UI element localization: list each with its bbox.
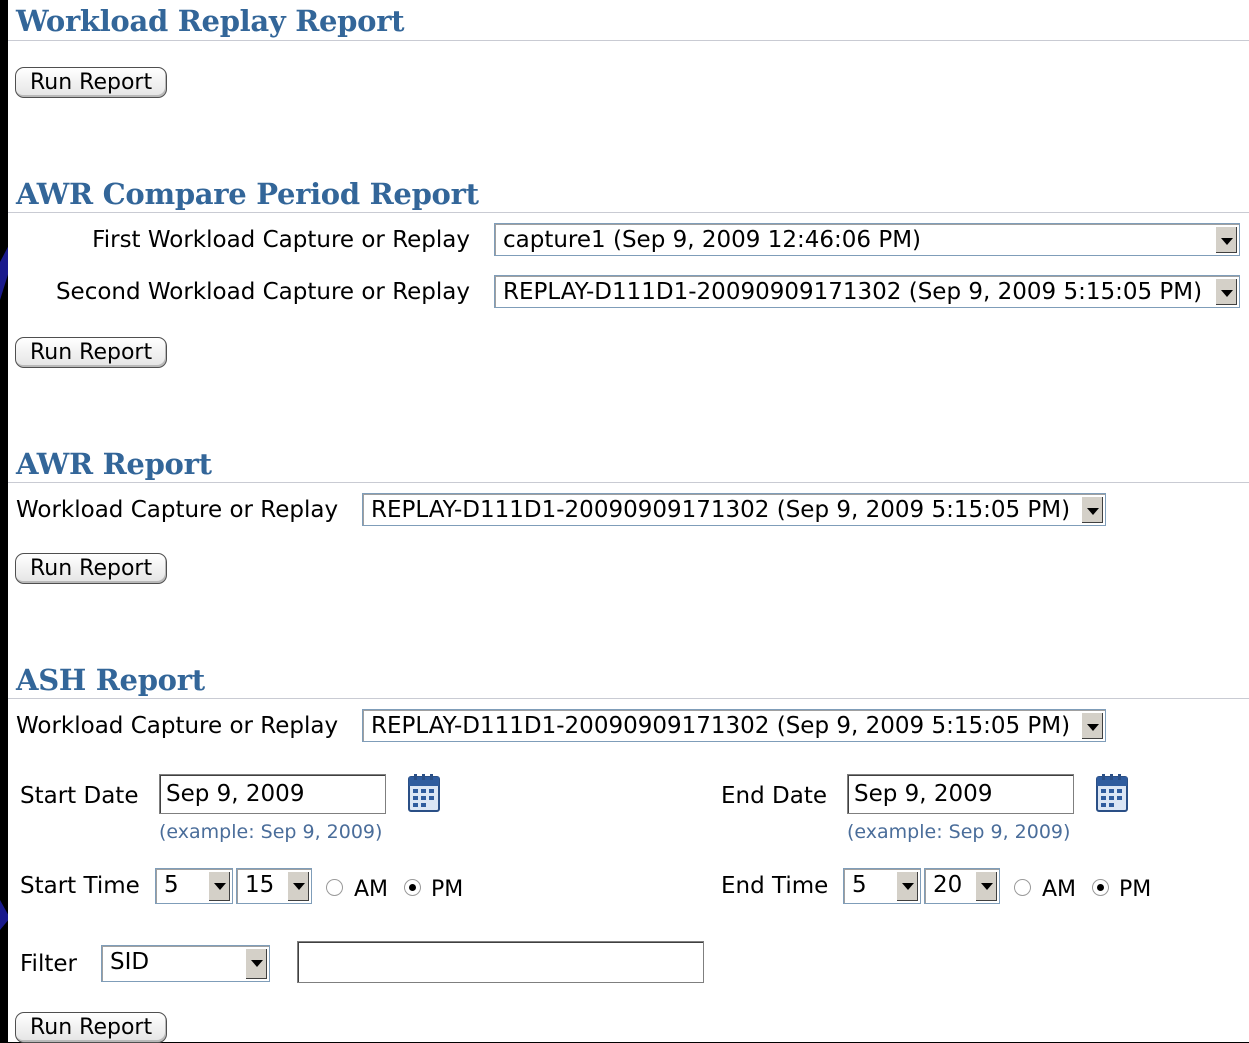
run-awr-report-button[interactable]: Run Report xyxy=(15,553,168,584)
filter-text-input[interactable] xyxy=(297,941,704,983)
second-capture-label: Second Workload Capture or Replay xyxy=(55,279,470,305)
chevron-down-icon[interactable] xyxy=(1081,712,1103,739)
chevron-down-icon[interactable] xyxy=(287,871,309,901)
run-ash-report-button[interactable]: Run Report xyxy=(15,1012,168,1043)
filter-value: SID xyxy=(110,949,150,975)
start-hour-value: 5 xyxy=(164,872,179,898)
calendar-icon[interactable] xyxy=(408,774,440,812)
awr-capture-label: Workload Capture or Replay xyxy=(16,497,339,523)
divider xyxy=(8,212,1249,213)
end-am-radio[interactable] xyxy=(1014,879,1031,896)
chevron-down-icon[interactable] xyxy=(1215,278,1237,305)
report-page: Workload Replay Report Run Report AWR Co… xyxy=(8,0,1249,1043)
awr-compare-heading: AWR Compare Period Report xyxy=(16,177,479,211)
end-date-input[interactable]: Sep 9, 2009 xyxy=(847,774,1074,814)
ash-capture-label: Workload Capture or Replay xyxy=(16,713,339,739)
divider xyxy=(8,698,1249,699)
start-pm-label: PM xyxy=(431,877,464,902)
end-date-value: Sep 9, 2009 xyxy=(854,781,993,807)
start-am-radio[interactable] xyxy=(326,879,343,896)
run-workload-replay-report-button[interactable]: Run Report xyxy=(15,67,168,98)
first-capture-select[interactable]: capture1 (Sep 9, 2009 12:46:06 PM) xyxy=(494,223,1240,256)
ash-capture-select[interactable]: REPLAY-D111D1-20090909171302 (Sep 9, 200… xyxy=(362,709,1106,742)
chevron-down-icon[interactable] xyxy=(975,871,997,901)
chevron-down-icon[interactable] xyxy=(245,948,267,979)
chevron-down-icon[interactable] xyxy=(1215,226,1237,253)
start-minute-select[interactable]: 15 xyxy=(236,868,312,904)
end-am-label: AM xyxy=(1042,877,1077,902)
ash-report-heading: ASH Report xyxy=(16,663,205,697)
end-pm-label: PM xyxy=(1119,877,1152,902)
end-time-label: End Time xyxy=(721,873,829,899)
second-capture-select[interactable]: REPLAY-D111D1-20090909171302 (Sep 9, 200… xyxy=(494,275,1240,308)
end-hour-select[interactable]: 5 xyxy=(843,868,921,904)
first-capture-label: First Workload Capture or Replay xyxy=(92,227,470,253)
start-hour-select[interactable]: 5 xyxy=(155,868,233,904)
first-capture-value: capture1 (Sep 9, 2009 12:46:06 PM) xyxy=(503,227,922,253)
ash-capture-value: REPLAY-D111D1-20090909171302 (Sep 9, 200… xyxy=(371,713,1071,739)
end-hour-value: 5 xyxy=(852,872,867,898)
end-date-example: (example: Sep 9, 2009) xyxy=(847,821,1071,843)
start-pm-radio[interactable] xyxy=(404,879,421,896)
start-date-label: Start Date xyxy=(20,783,139,809)
awr-capture-value: REPLAY-D111D1-20090909171302 (Sep 9, 200… xyxy=(371,497,1071,523)
start-date-example: (example: Sep 9, 2009) xyxy=(159,821,383,843)
divider xyxy=(8,482,1249,483)
chevron-down-icon[interactable] xyxy=(896,871,918,901)
workload-replay-heading: Workload Replay Report xyxy=(16,4,405,38)
second-capture-value: REPLAY-D111D1-20090909171302 (Sep 9, 200… xyxy=(503,279,1203,305)
calendar-icon[interactable] xyxy=(1096,774,1128,812)
start-am-label: AM xyxy=(354,877,389,902)
start-minute-value: 15 xyxy=(245,872,275,898)
start-time-label: Start Time xyxy=(20,873,140,899)
divider xyxy=(8,40,1249,41)
chevron-down-icon[interactable] xyxy=(208,871,230,901)
end-pm-radio[interactable] xyxy=(1092,879,1109,896)
awr-capture-select[interactable]: REPLAY-D111D1-20090909171302 (Sep 9, 200… xyxy=(362,493,1106,526)
start-date-value: Sep 9, 2009 xyxy=(166,781,305,807)
start-date-input[interactable]: Sep 9, 2009 xyxy=(159,774,386,814)
run-awr-compare-report-button[interactable]: Run Report xyxy=(15,337,168,368)
end-minute-value: 20 xyxy=(933,872,963,898)
awr-report-heading: AWR Report xyxy=(16,447,212,481)
filter-select[interactable]: SID xyxy=(101,945,270,982)
filter-label: Filter xyxy=(20,951,77,977)
chevron-down-icon[interactable] xyxy=(1081,496,1103,523)
end-date-label: End Date xyxy=(721,783,827,809)
end-minute-select[interactable]: 20 xyxy=(924,868,1000,904)
